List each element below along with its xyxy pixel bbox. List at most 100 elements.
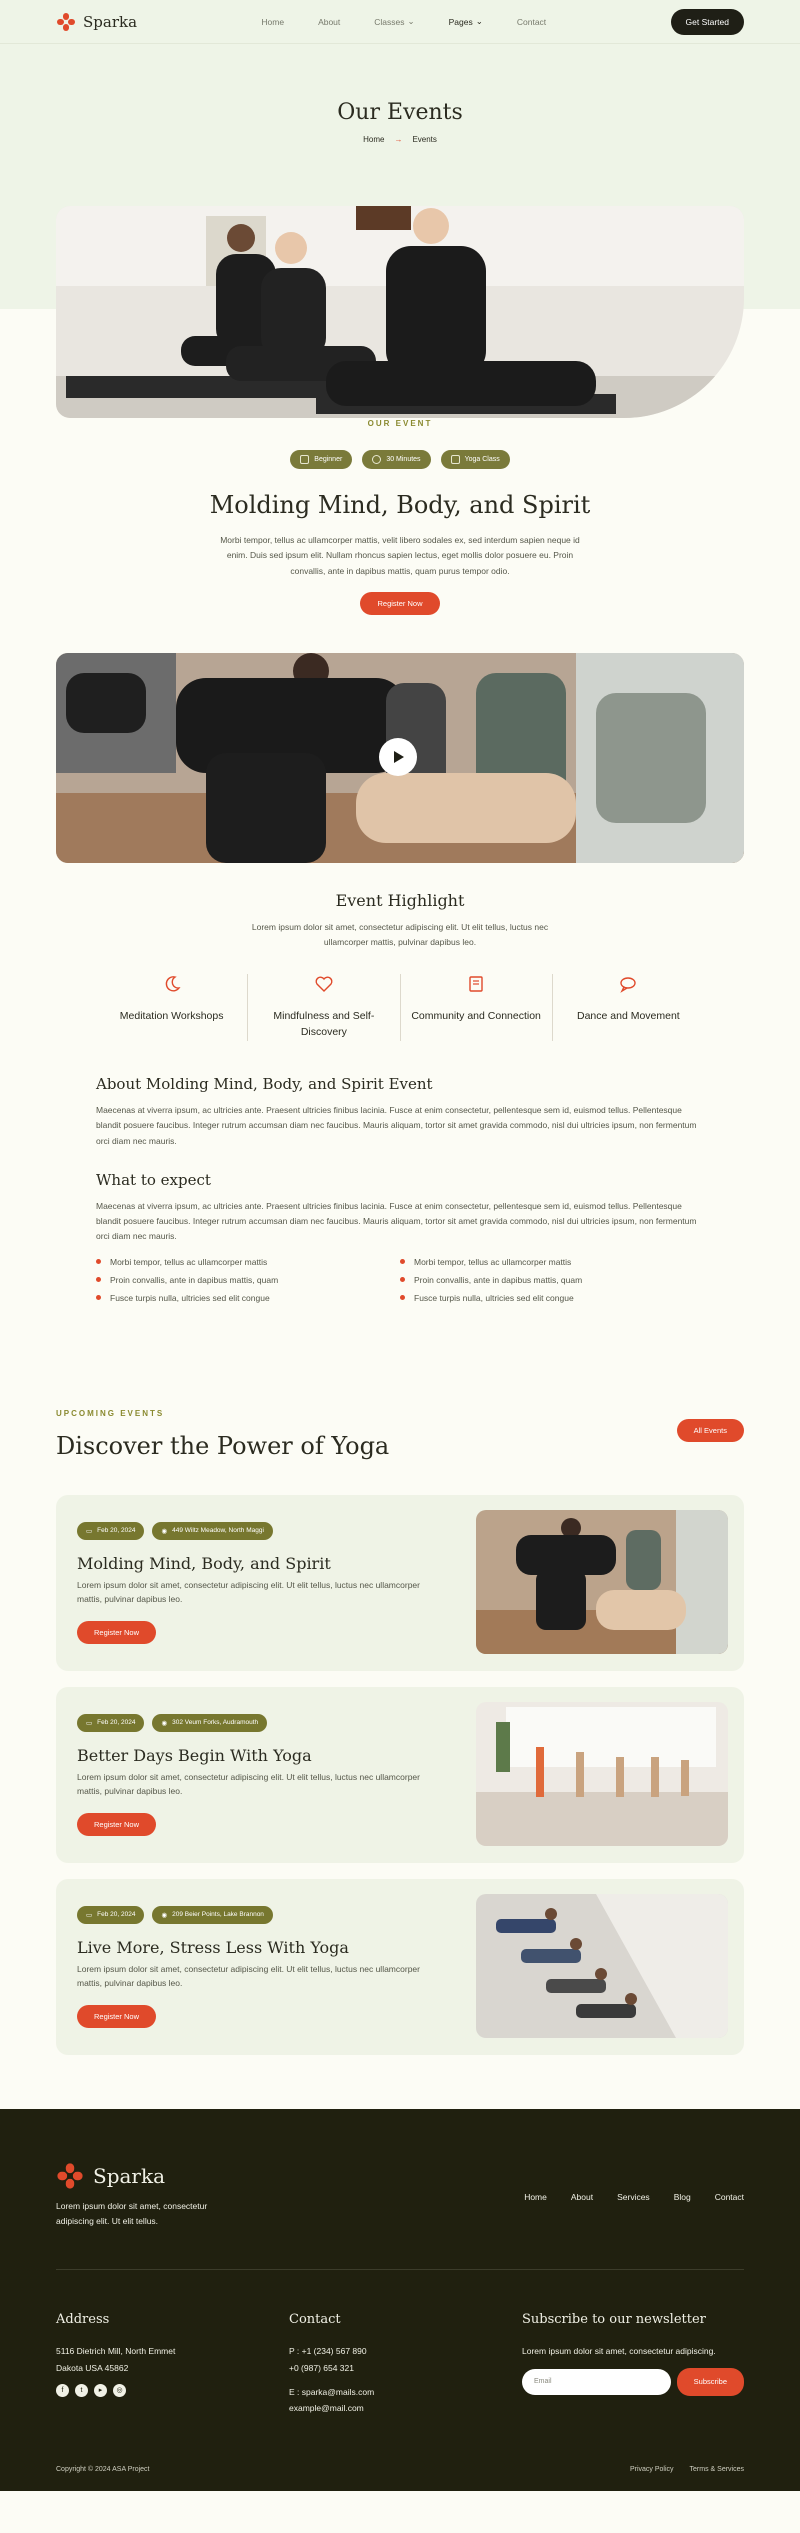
feature-community: Community and Connection	[401, 974, 553, 1041]
footer-divider	[56, 2268, 744, 2270]
register-button[interactable]: Register Now	[77, 1620, 157, 1644]
highlight-features: Meditation Workshops Mindfulness and Sel…	[96, 974, 704, 1041]
address-line: 5116 Dietrich Mill, North Emmet	[56, 2346, 176, 2357]
event-card-title: Live More, Stress Less With Yoga	[77, 1937, 349, 1957]
location-pin-icon: ◉	[161, 1911, 168, 1919]
location-badge: ◉ 302 Veum Forks, Audramouth	[152, 1713, 268, 1732]
brand-logo[interactable]: Sparka	[56, 12, 137, 32]
email-line[interactable]: example@mail.com	[289, 2400, 374, 2416]
event-card-tags: ▭ Feb 20, 2024 ◉ 302 Veum Forks, Audramout…	[77, 1713, 268, 1732]
upcoming-header: UPCOMING EVENTS Discover the Power of Yo…	[56, 1409, 744, 1460]
feature-mindfulness: Mindfulness and Self-Discovery	[248, 974, 401, 1041]
yoga-icon	[450, 455, 460, 464]
email-line[interactable]: E : sparka@mails.com	[289, 2384, 374, 2400]
event-intro: OUR EVENT Beginner 30 Minutes Yoga Class…	[0, 419, 800, 615]
location-badge: ◉ 449 Wiltz Meadow, North Maggi	[152, 1521, 273, 1540]
contact-title: Contact	[289, 2311, 341, 2327]
footer-nav-about[interactable]: About	[571, 2192, 593, 2202]
footer-bottom: Copyright © 2024 ASA Project Privacy Pol…	[56, 2466, 744, 2473]
event-card-image	[476, 1893, 728, 2038]
site-footer: Sparka Lorem ipsum dolor sit amet, conse…	[0, 2108, 800, 2491]
feature-label: Dance and Movement	[577, 1010, 680, 1023]
footer-nav-blog[interactable]: Blog	[674, 2192, 691, 2202]
about-section: About Molding Mind, Body, and Spirit Eve…	[96, 1075, 704, 1303]
breadcrumb: Home → Events	[0, 135, 800, 144]
event-video[interactable]	[56, 652, 744, 863]
date-badge: ▭ Feb 20, 2024	[77, 1713, 145, 1732]
date-badge: ▭ Feb 20, 2024	[77, 1905, 145, 1924]
chevron-down-icon: ⌄	[475, 16, 483, 26]
play-button[interactable]	[379, 737, 417, 776]
event-card-text: Lorem ipsum dolor sit amet, consectetur …	[77, 1579, 420, 1605]
subscribe-button[interactable]: Subscribe	[676, 2367, 744, 2396]
nav-pages[interactable]: Pages ⌄	[449, 16, 483, 27]
date-badge: ▭ Feb 20, 2024	[77, 1521, 145, 1540]
location-pin-icon: ◉	[161, 1719, 168, 1727]
nav-classes[interactable]: Classes ⌄	[374, 16, 414, 27]
arrow-right-icon: →	[394, 135, 403, 144]
register-button[interactable]: Register Now	[77, 1812, 157, 1836]
list-item: Fusce turpis nulla, ultricies sed elit c…	[400, 1293, 704, 1303]
event-card-title: Better Days Begin With Yoga	[77, 1745, 312, 1765]
footer-logo[interactable]: Sparka	[56, 2162, 165, 2190]
list-item: Fusce turpis nulla, ultricies sed elit c…	[96, 1293, 400, 1303]
bullet-icon	[96, 1277, 101, 1283]
tag-class: Yoga Class	[440, 450, 510, 469]
event-card-tags: ▭ Feb 20, 2024 ◉ 449 Wiltz Meadow, North M…	[77, 1521, 273, 1540]
nav-classes-label: Classes	[374, 16, 405, 27]
phone-line[interactable]: P : +1 (234) 567 890	[289, 2343, 374, 2359]
upcoming-events: UPCOMING EVENTS Discover the Power of Yo…	[0, 1409, 800, 2055]
about-text: Maecenas at viverra ipsum, ac ultricies …	[96, 1104, 697, 1146]
newsletter-text: Lorem ipsum dolor sit amet, consectetur …	[522, 2346, 716, 2357]
newsletter-title: Subscribe to our newsletter	[522, 2311, 706, 2327]
bullet-icon	[96, 1259, 101, 1265]
calendar-icon: ▭	[86, 1719, 93, 1727]
hero-image	[56, 206, 744, 418]
register-button[interactable]: Register Now	[77, 2004, 157, 2028]
list-item: Proin convallis, ante in dapibus mattis,…	[400, 1275, 704, 1285]
bullet-icon	[96, 1295, 101, 1301]
youtube-icon[interactable]: ▸	[94, 2383, 107, 2397]
top-navigation: Sparka Home About Classes ⌄ Pages ⌄ Contac…	[0, 0, 800, 44]
phone-line[interactable]: +0 (987) 654 321	[289, 2360, 374, 2376]
terms-link[interactable]: Terms & Services	[690, 2466, 744, 2473]
register-button[interactable]: Register Now	[360, 591, 440, 615]
breadcrumb-home[interactable]: Home	[363, 135, 384, 144]
event-card-text: Lorem ipsum dolor sit amet, consectetur …	[77, 1963, 420, 1989]
date-text: Feb 20, 2024	[97, 1719, 136, 1727]
nav-home[interactable]: Home	[261, 16, 284, 27]
event-description: Morbi tempor, tellus ac ullamcorper matt…	[220, 535, 580, 576]
list-item-text: Morbi tempor, tellus ac ullamcorper matt…	[110, 1256, 268, 1267]
footer-nav-home[interactable]: Home	[524, 2192, 547, 2202]
get-started-button[interactable]: Get Started	[670, 8, 744, 35]
location-text: 449 Wiltz Meadow, North Maggi	[172, 1527, 264, 1535]
list-item-text: Proin convallis, ante in dapibus mattis,…	[414, 1274, 583, 1285]
nav-about[interactable]: About	[318, 16, 340, 27]
nav-contact[interactable]: Contact	[517, 16, 546, 27]
tag-label: Beginner	[314, 456, 343, 463]
footer-nav: Home About Services Blog Contact	[524, 2192, 744, 2202]
clock-icon	[372, 455, 382, 464]
location-text: 302 Veum Forks, Audramouth	[172, 1719, 259, 1727]
bullet-icon	[400, 1259, 405, 1265]
newsletter-email-input[interactable]: Email	[522, 2368, 671, 2395]
date-text: Feb 20, 2024	[97, 1527, 136, 1535]
event-card-image	[476, 1509, 728, 1654]
facebook-icon[interactable]: f	[56, 2383, 69, 2397]
privacy-policy-link[interactable]: Privacy Policy	[630, 2466, 674, 2473]
feature-label: Mindfulness and Self-Discovery	[273, 1010, 375, 1039]
all-events-button[interactable]: All Events	[676, 1418, 744, 1442]
about-title: About Molding Mind, Body, and Spirit Eve…	[96, 1074, 433, 1093]
instagram-icon[interactable]: ◎	[113, 2383, 126, 2397]
feature-label: Community and Connection	[411, 1010, 541, 1023]
event-card-tags: ▭ Feb 20, 2024 ◉ 209 Beier Points, Lake Br…	[77, 1905, 273, 1924]
chat-icon	[620, 977, 637, 994]
event-card-title: Molding Mind, Body, and Spirit	[77, 1553, 331, 1573]
footer-nav-contact[interactable]: Contact	[715, 2192, 744, 2202]
list-item-text: Morbi tempor, tellus ac ullamcorper matt…	[414, 1256, 572, 1267]
twitter-icon[interactable]: t	[75, 2383, 88, 2397]
event-title: Molding Mind, Body, and Spirit	[209, 491, 591, 519]
footer-nav-services[interactable]: Services	[617, 2192, 650, 2202]
list-item-text: Proin convallis, ante in dapibus mattis,…	[110, 1274, 279, 1285]
flower-logo-icon	[57, 2163, 83, 2189]
